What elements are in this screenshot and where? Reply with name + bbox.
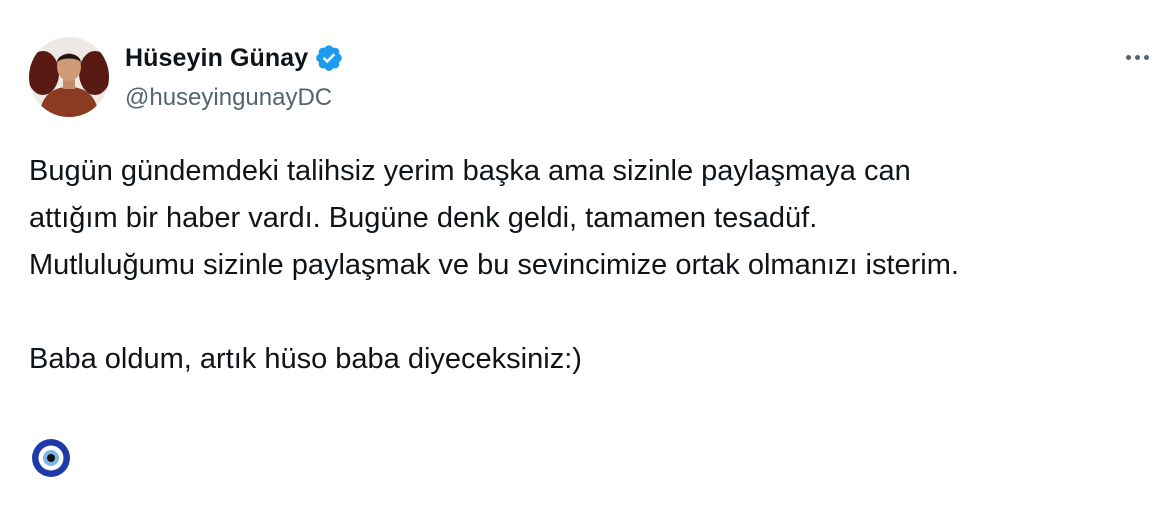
nazar-evil-eye-icon <box>31 438 71 478</box>
user-avatar-photo-icon <box>29 37 109 117</box>
avatar[interactable] <box>29 37 109 117</box>
more-horizontal-icon-dot <box>1134 54 1140 60</box>
more-options-button[interactable] <box>1118 40 1156 74</box>
verified-badge-icon[interactable] <box>314 43 344 73</box>
tweet-text-line: Mutluluğumu sizinle paylaşmak ve bu sevi… <box>29 249 959 281</box>
author-display-name[interactable]: Hüseyin Günay <box>125 44 308 73</box>
more-horizontal-icon <box>1125 54 1131 60</box>
tweet-text-line: attığım bir haber vardı. Bugüne denk gel… <box>29 202 818 234</box>
more-horizontal-icon-dot <box>1143 54 1149 60</box>
tweet-text: Bugün gündemdeki talihsiz yerim başka am… <box>29 148 1154 383</box>
author-name-row: Hüseyin Günay <box>125 42 344 74</box>
author-handle[interactable]: @huseyingunayDC <box>125 84 332 112</box>
tweet-text-line: Baba oldum, artık hüso baba diyeceksiniz… <box>29 343 582 375</box>
tweet-card: Hüseyin Günay @huseyingunayDC Bugün günd… <box>0 0 1169 505</box>
tweet-text-line: Bugün gündemdeki talihsiz yerim başka am… <box>29 155 911 187</box>
